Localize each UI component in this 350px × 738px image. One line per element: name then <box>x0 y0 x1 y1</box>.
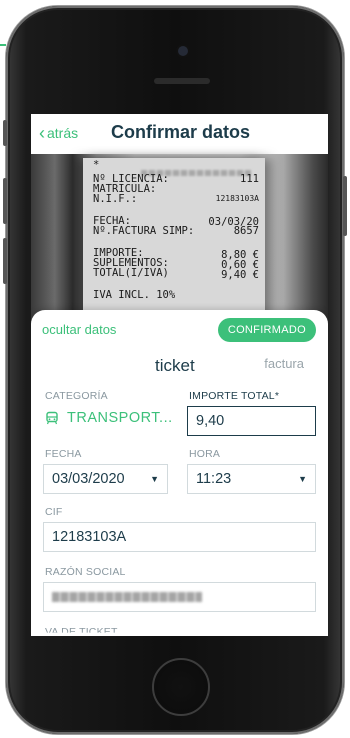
time-select[interactable]: 11:23 ▼ <box>187 464 316 494</box>
cif-label: CIF <box>45 506 63 518</box>
receipt-nif-label: N.I.F.: <box>93 193 138 205</box>
type-factura-option[interactable]: factura <box>264 356 304 371</box>
front-camera <box>178 46 188 56</box>
power-button <box>343 176 347 236</box>
total-amount-input[interactable]: 9,40 <box>187 406 316 436</box>
total-amount-value: 9,40 <box>196 413 225 429</box>
receipt-factura-label: Nº.FACTURA SIMP: <box>93 225 195 237</box>
caret-down-icon: ▼ <box>150 474 159 484</box>
caret-down-icon: ▼ <box>298 474 307 484</box>
time-label: HORA <box>189 448 221 460</box>
cif-input[interactable]: 12183103A <box>43 522 316 552</box>
category-selector[interactable]: TRANSPORT... <box>45 410 173 426</box>
chevron-left-icon: ‹ <box>39 123 45 143</box>
receipt-factura-value: 8657 <box>233 225 259 237</box>
date-value: 03/03/2020 <box>52 471 125 487</box>
back-button[interactable]: ‹ atrás <box>39 124 78 142</box>
data-sheet: ocultar datos CONFIRMADO ticket factura … <box>31 310 328 636</box>
status-badge[interactable]: CONFIRMADO <box>217 318 316 342</box>
type-ticket-option[interactable]: ticket <box>155 356 195 376</box>
bus-icon <box>46 411 58 425</box>
receipt-asterisk: * <box>93 159 100 171</box>
home-button[interactable] <box>152 658 210 716</box>
page-title: Confirmar datos <box>111 122 251 142</box>
redacted-value <box>52 592 202 602</box>
back-label: atrás <box>47 125 79 141</box>
volume-down-button <box>3 238 7 284</box>
receipt-total-value: 9,40 € <box>221 269 259 281</box>
volume-up-button <box>3 178 7 224</box>
receipt-nif-value: 12183103A <box>215 194 259 203</box>
cif-value: 12183103A <box>52 529 127 545</box>
category-value: TRANSPORT... <box>67 410 173 426</box>
total-amount-label: IMPORTE TOTAL* <box>189 390 280 402</box>
hide-data-link[interactable]: ocultar datos <box>42 322 116 337</box>
razon-social-input[interactable] <box>43 582 316 612</box>
receipt-photo: * Nº LICENCIA: 111 MATRICULA: N.I.F.: 12… <box>31 154 328 328</box>
date-label: FECHA <box>45 448 82 460</box>
navigation-bar: ‹ atrás Confirmar datos <box>31 114 328 154</box>
date-select[interactable]: 03/03/2020 ▼ <box>43 464 168 494</box>
time-value: 11:23 <box>196 471 232 487</box>
earpiece-speaker <box>154 78 210 84</box>
receipt-total-label: TOTAL(I/IVA) <box>93 267 169 279</box>
receipt-iva-line: IVA INCL. 10% <box>93 289 176 301</box>
app-screen: ‹ atrás Confirmar datos * Nº LICENCIA: 1… <box>31 114 328 636</box>
category-label: CATEGORÍA <box>45 390 108 402</box>
razon-social-label: RAZÓN SOCIAL <box>45 566 126 578</box>
receipt-licencia-value: 111 <box>240 173 259 185</box>
ticket-type-label: VA DE TICKET <box>45 626 118 636</box>
mute-switch <box>3 120 7 146</box>
